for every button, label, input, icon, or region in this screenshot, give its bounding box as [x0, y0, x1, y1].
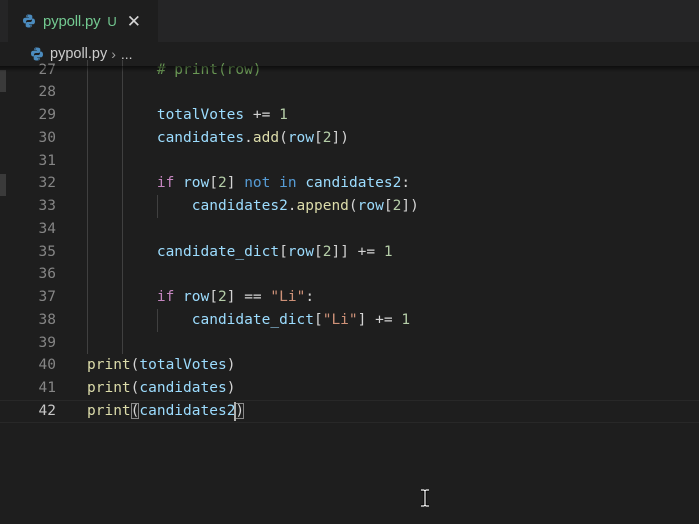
line-number: 35	[38, 243, 56, 260]
code-line[interactable]: 41 print(candidates)	[0, 377, 699, 400]
line-number: 30	[38, 129, 56, 146]
close-icon[interactable]: ✕	[127, 13, 141, 30]
code-line[interactable]: 40 print(totalVotes)	[0, 354, 699, 377]
code-line[interactable]: 32 if row[2] not in candidates2:	[0, 172, 699, 195]
code-line[interactable]: 42 print(candidates2)	[0, 399, 699, 423]
line-number: 39	[38, 334, 56, 351]
line-code: totalVotes += 1	[156, 107, 288, 124]
line-code: candidate_dict[row[2]] += 1	[156, 243, 393, 260]
breadcrumb-shadow	[0, 66, 699, 72]
line-number: 29	[38, 107, 56, 124]
line-number: 36	[38, 266, 56, 283]
ibeam-cursor-icon	[421, 489, 429, 507]
tab-pypoll[interactable]: pypoll.py U ✕	[8, 0, 158, 42]
tab-filename: pypoll.py	[43, 12, 101, 30]
line-number: 37	[38, 289, 56, 306]
code-line[interactable]: 30 candidates.add(row[2])	[0, 127, 699, 150]
code-line[interactable]: 37 if row[2] == "Li":	[0, 286, 699, 309]
code-line[interactable]: 31	[0, 150, 699, 173]
line-number: 32	[38, 175, 56, 192]
code-line[interactable]: 29 totalVotes += 1	[0, 104, 699, 127]
indent-guide	[87, 60, 88, 355]
line-number: 34	[38, 220, 56, 237]
line-code: print(candidates2)	[87, 402, 245, 419]
python-icon	[22, 14, 36, 28]
indent-guide	[121, 60, 123, 355]
line-code: candidates2.append(row[2])	[191, 198, 419, 215]
line-number: 33	[38, 198, 56, 215]
text-cursor	[234, 401, 237, 421]
line-code: candidates.add(row[2])	[156, 129, 349, 146]
line-code: print(candidates)	[87, 380, 236, 397]
tab-bar: pypoll.py U ✕	[0, 0, 699, 42]
line-number: 42	[38, 402, 56, 419]
code-line[interactable]: 39	[0, 332, 699, 355]
git-status-badge: U	[107, 13, 117, 29]
python-icon	[30, 47, 44, 61]
code-line[interactable]: 35 candidate_dict[row[2]] += 1	[0, 241, 699, 264]
line-code: candidate_dict["Li"] += 1	[191, 311, 411, 328]
indent-guide	[156, 195, 158, 218]
line-number: 40	[38, 357, 56, 374]
code-line[interactable]: 34	[0, 218, 699, 241]
vscode-window: pypoll.py U ✕ pypoll.py › ... 27 # print…	[0, 0, 699, 524]
indent-guide	[156, 308, 158, 332]
code-line[interactable]: 33 candidates2.append(row[2])	[0, 195, 699, 218]
code-line[interactable]: 36	[0, 263, 699, 286]
line-number: 28	[38, 84, 56, 101]
line-number: 38	[38, 311, 56, 328]
line-code: if row[2] not in candidates2:	[156, 175, 411, 192]
code-line[interactable]: 28	[0, 81, 699, 104]
code-editor[interactable]: 27 # print(row)2829 totalVotes += 130 ca…	[0, 60, 699, 524]
line-number: 41	[38, 380, 56, 397]
code-line[interactable]: 38 candidate_dict["Li"] += 1	[0, 309, 699, 332]
line-code: print(totalVotes)	[87, 357, 236, 374]
line-number: 31	[38, 152, 56, 169]
